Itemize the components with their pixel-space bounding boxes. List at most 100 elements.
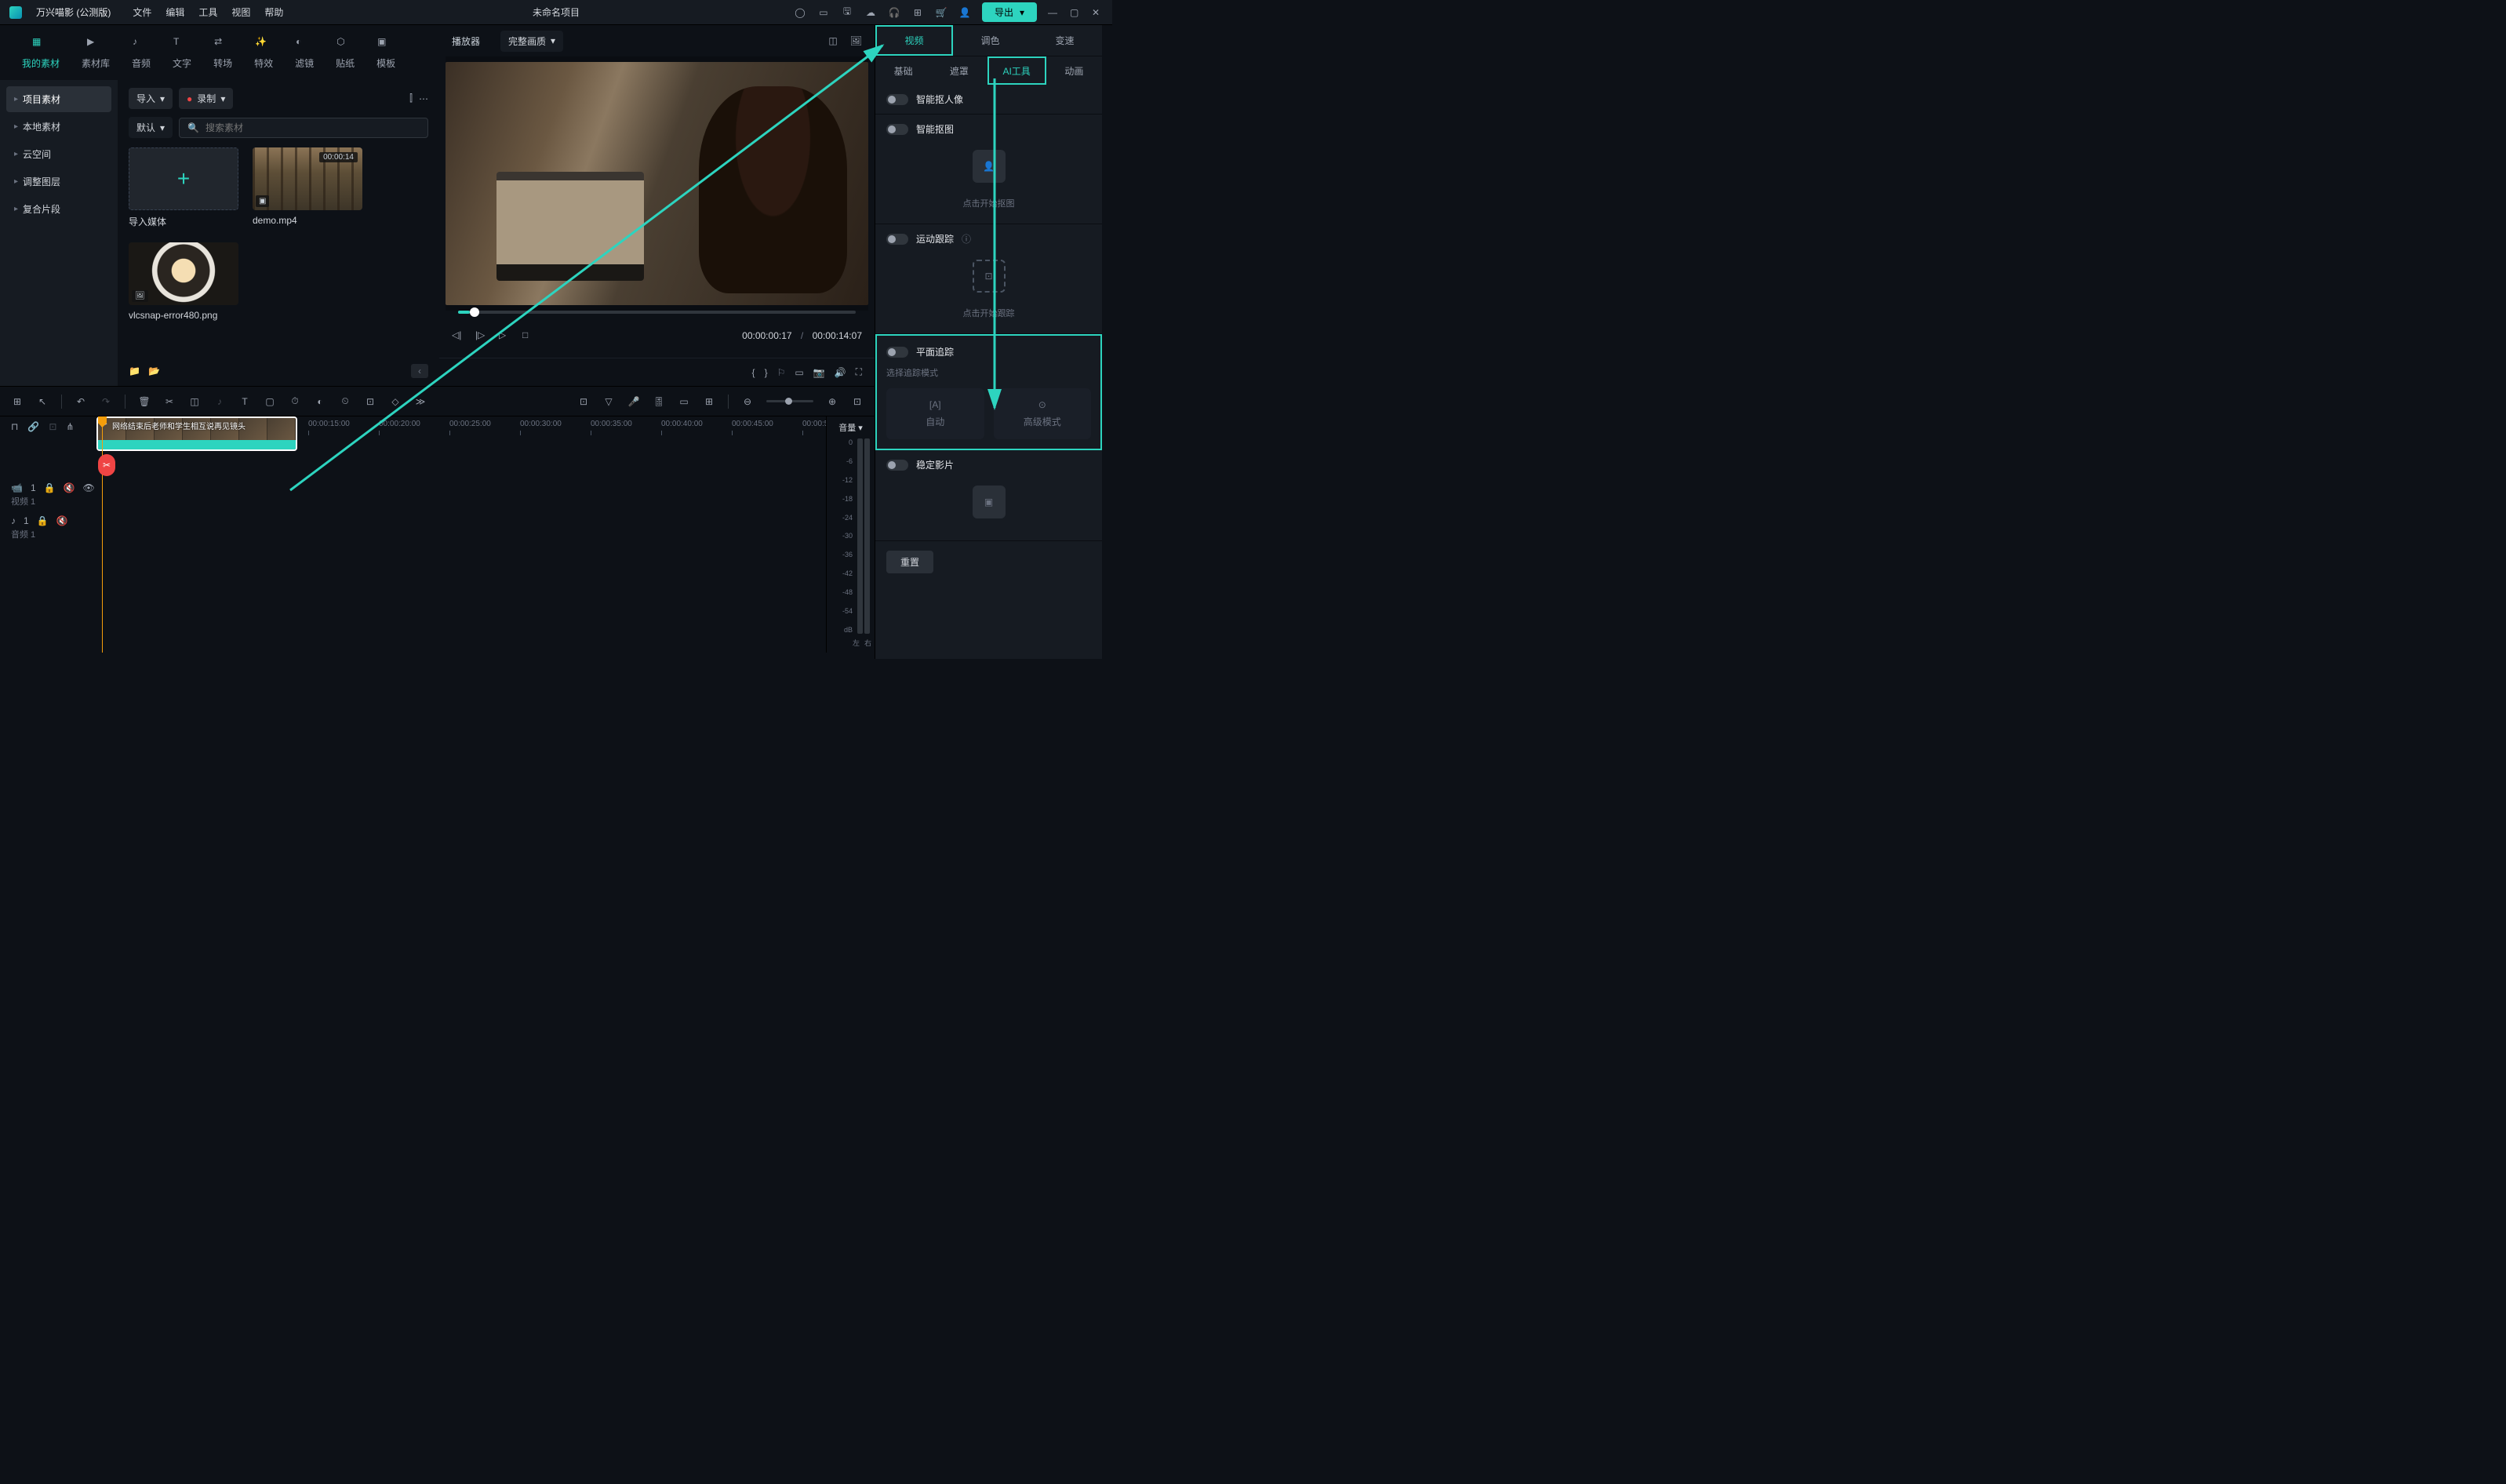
tl-delete-icon[interactable]: 🗑 [138,395,151,408]
folder-out-icon[interactable]: 📁 [129,366,140,376]
tl-speed-icon[interactable]: ⏱ [289,395,301,408]
tl-keyframe-icon[interactable]: ◇ [389,395,402,408]
motion-track-placeholder[interactable]: ⊡ [973,260,1006,293]
search-box[interactable]: 🔍 [179,118,428,138]
lock-icon[interactable]: 🔒 [44,482,56,493]
record-status-icon[interactable]: ◯ [794,6,806,19]
toggle-smart-portrait[interactable] [886,94,908,105]
compare-icon[interactable]: ◫ [828,35,837,46]
matting-placeholder[interactable]: 👤 [973,150,1006,183]
tab-transition[interactable]: ⇄转场 [213,36,232,70]
sidebar-item-compound[interactable]: ▸复合片段 [6,196,111,222]
tl-lock-icon[interactable]: ⊡ [49,421,56,432]
preview-viewport[interactable] [446,62,868,305]
rp-tab-color[interactable]: 调色 [953,25,1027,56]
tl-mic-icon[interactable]: 🎤 [627,395,640,408]
next-frame-button[interactable]: |▷ [475,329,488,342]
more-icon[interactable]: ⋯ [419,93,428,104]
tl-mixer-icon[interactable]: 🎚 [653,395,665,408]
tl-pointer-icon[interactable]: ↖ [36,395,49,408]
tl-undo-icon[interactable]: ↶ [75,395,87,408]
menu-help[interactable]: 帮助 [264,5,283,19]
toggle-planar-track[interactable] [886,347,908,358]
tl-link-icon[interactable]: 🔗 [27,421,39,432]
fullscreen-icon[interactable]: ⛶ [856,366,862,378]
stabilize-placeholder[interactable]: ▣ [973,486,1006,518]
tl-zoom-out-icon[interactable]: ⊖ [741,395,754,408]
tl-snap-icon[interactable]: ⋔ [66,421,74,432]
tl-render-icon[interactable]: ▭ [678,395,690,408]
rp-subtab-animation[interactable]: 动画 [1046,56,1102,85]
bracket-close-icon[interactable]: } [765,367,768,378]
sidebar-item-adjust[interactable]: ▸调整图层 [6,169,111,195]
user-icon[interactable]: 👤 [958,6,971,19]
tl-focus-icon[interactable]: ⊡ [364,395,376,408]
rp-subtab-ai-tools[interactable]: AI工具 [987,56,1046,85]
menu-file[interactable]: 文件 [133,5,151,19]
tab-effect[interactable]: ✨特效 [254,36,273,70]
minimize-icon[interactable]: — [1048,7,1059,18]
tl-mark-icon[interactable]: ▽ [602,395,615,408]
cloud-icon[interactable]: ☁ [864,6,877,19]
filter-icon[interactable]: ⫿ [409,93,413,104]
video-track-header[interactable]: 📹1🔒🔇👁 视频 1 [0,482,90,507]
tl-pip-icon[interactable]: ⊞ [703,395,715,408]
close-icon[interactable]: ✕ [1092,7,1103,18]
volume-icon[interactable]: 🔊 [835,367,846,378]
marker-icon[interactable]: ⚐ [777,367,786,378]
stop-button[interactable]: □ [522,329,535,342]
tl-more-tools-icon[interactable]: ≫ [414,395,427,408]
maximize-icon[interactable]: ▢ [1070,7,1081,18]
sidebar-item-project[interactable]: ▸项目素材 [6,86,111,112]
mute-icon[interactable]: 🔇 [64,482,75,493]
folder-add-icon[interactable]: 📂 [148,366,160,376]
sidebar-item-local[interactable]: ▸本地素材 [6,114,111,140]
tab-sticker[interactable]: ⬡贴纸 [336,36,355,70]
headphone-icon[interactable]: 🎧 [888,6,900,19]
tl-fit-icon[interactable]: ⊡ [851,395,864,408]
rp-tab-video[interactable]: 视频 [875,25,953,56]
export-button[interactable]: 导出 ▾ [982,2,1037,22]
menu-view[interactable]: 视图 [231,5,250,19]
tl-music-icon[interactable]: ♪ [213,395,226,408]
tab-audio[interactable]: ♪音频 [132,36,151,70]
rp-tab-speed[interactable]: 变速 [1027,25,1102,56]
tab-text[interactable]: T文字 [173,36,191,70]
toggle-smart-matting[interactable] [886,124,908,135]
toggle-stabilize[interactable] [886,460,908,471]
planar-mode-advanced[interactable]: ⊙高级模式 [994,388,1092,439]
play-button[interactable]: ▷ [499,329,511,342]
quality-dropdown[interactable]: 完整画质▾ [500,31,563,52]
planar-mode-auto[interactable]: [A]自动 [886,388,984,439]
media-item-demo[interactable]: 00:00:14 ▣ demo.mp4 [253,147,362,228]
timeline-clip[interactable]: ▶ 网络结束后老师和学生相互说再见镜头 [96,416,297,451]
tab-media-lib[interactable]: ▶素材库 [82,36,110,70]
tab-my-media[interactable]: ▦我的素材 [22,36,60,70]
preview-scrubber[interactable] [458,311,856,314]
tl-redo-icon[interactable]: ↷ [100,395,112,408]
reset-button[interactable]: 重置 [886,551,933,573]
tab-template[interactable]: ▣模板 [376,36,395,70]
cart-icon[interactable]: 🛒 [935,6,947,19]
import-dropdown[interactable]: 导入▾ [129,88,173,109]
rp-subtab-mask[interactable]: 遮罩 [931,56,987,85]
tab-filter[interactable]: ◐滤镜 [295,36,314,70]
menu-edit[interactable]: 编辑 [165,5,184,19]
tl-magnets-icon[interactable]: ⊓ [11,421,18,432]
toggle-motion-track[interactable] [886,234,908,245]
bracket-open-icon[interactable]: { [752,367,755,378]
tl-menu-icon[interactable]: ⊞ [11,395,24,408]
mute-icon[interactable]: 🔇 [56,515,68,526]
media-item-vlcsnap[interactable]: 🖼 vlcsnap-error480.png [129,242,238,321]
display-icon[interactable]: ▭ [817,6,830,19]
collapse-sidebar-button[interactable]: ‹ [411,364,428,378]
tl-color-icon[interactable]: ◐ [314,395,326,408]
tl-crop-icon[interactable]: ◫ [188,395,201,408]
timeline-playhead[interactable] [102,416,103,653]
apps-icon[interactable]: ⊞ [911,6,924,19]
import-media-tile[interactable]: + 导入媒体 [129,147,238,228]
search-input[interactable] [205,122,420,133]
sidebar-item-cloud[interactable]: ▸云空间 [6,141,111,167]
timeline-cut-marker[interactable]: ✂ [98,454,115,476]
tl-cut-icon[interactable]: ✂ [163,395,176,408]
